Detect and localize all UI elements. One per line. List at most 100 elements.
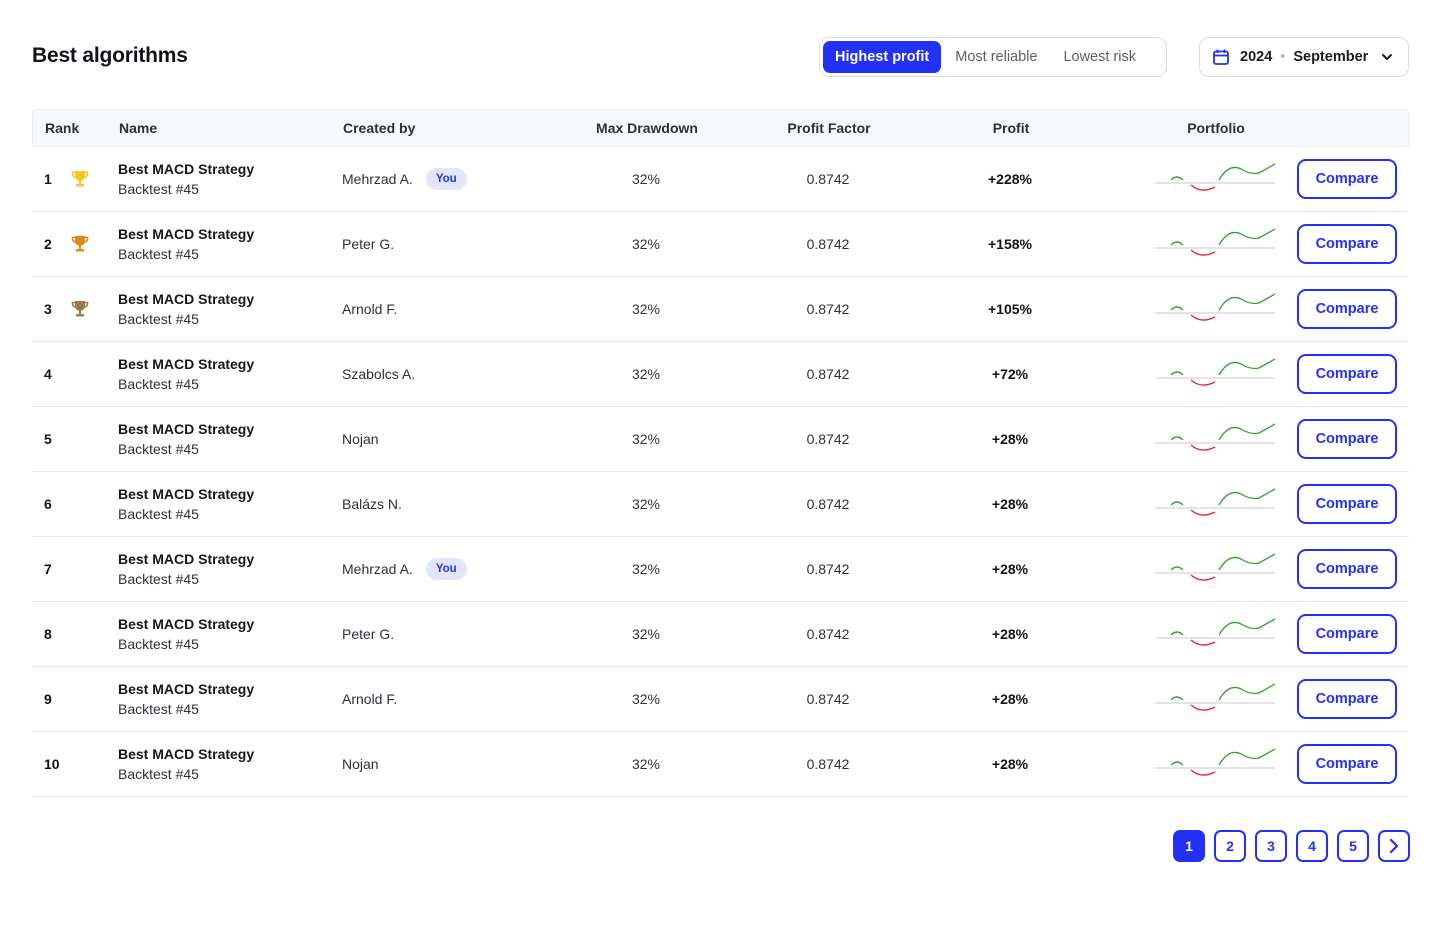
page-button-5[interactable]: 5 [1337, 830, 1369, 862]
portfolio-cell [1155, 537, 1275, 601]
page-button-3[interactable]: 3 [1255, 830, 1287, 862]
page-button-1[interactable]: 1 [1173, 830, 1205, 862]
chevron-right-icon [1387, 838, 1401, 854]
profit-factor-value: 0.8742 [806, 561, 850, 577]
pagination: 1 2 3 4 5 [1173, 830, 1410, 862]
table-header: Rank Name Created by Max Drawdown Profit… [32, 109, 1409, 147]
compare-button[interactable]: Compare [1297, 679, 1397, 719]
portfolio-cell [1155, 277, 1275, 341]
tab-lowest-risk[interactable]: Lowest risk [1051, 41, 1148, 73]
strategy-name: Best MACD Strategy [118, 161, 255, 177]
you-badge: You [425, 558, 467, 580]
creator-name: Arnold F. [342, 691, 398, 707]
date-separator: • [1280, 49, 1286, 65]
profit-value: +28% [991, 756, 1029, 772]
page-button-4[interactable]: 4 [1296, 830, 1328, 862]
action-cell: Compare [1297, 537, 1397, 601]
date-month: September [1293, 49, 1369, 65]
rank-cell: 4 [44, 342, 70, 406]
backtest-label: Backtest #45 [118, 246, 199, 262]
tab-most-reliable[interactable]: Most reliable [943, 41, 1049, 73]
rank-number: 2 [44, 236, 52, 252]
rank-number: 5 [44, 431, 52, 447]
backtest-label: Backtest #45 [118, 181, 199, 197]
trophy-icon [70, 299, 90, 319]
strategy-name: Best MACD Strategy [118, 616, 255, 632]
action-cell: Compare [1297, 277, 1397, 341]
strategy-name: Best MACD Strategy [118, 746, 255, 762]
creator-cell: Mehrzad A. You [342, 147, 467, 211]
compare-button[interactable]: Compare [1297, 159, 1397, 199]
rank-cell: 1 [44, 147, 90, 211]
creator-cell: Arnold F. [342, 277, 397, 341]
action-cell: Compare [1297, 407, 1397, 471]
creator-cell: Arnold F. [342, 667, 397, 731]
action-cell: Compare [1297, 667, 1397, 731]
trophy-icon [70, 169, 90, 189]
compare-button[interactable]: Compare [1297, 614, 1397, 654]
creator-cell: Szabolcs A. [342, 342, 415, 406]
profit-factor-value: 0.8742 [806, 691, 850, 707]
profit-value: +28% [991, 431, 1029, 447]
profit-factor-value: 0.8742 [806, 301, 850, 317]
table-row: 4 Best MACD Strategy Backtest #45 Szabol… [32, 342, 1409, 407]
max-drawdown-value: 32% [631, 626, 661, 642]
tab-highest-profit[interactable]: Highest profit [823, 41, 942, 73]
rank-cell: 10 [44, 732, 70, 796]
compare-button[interactable]: Compare [1297, 549, 1397, 589]
compare-button[interactable]: Compare [1297, 289, 1397, 329]
name-cell: Best MACD Strategy Backtest #45 [118, 732, 254, 796]
creator-cell: Nojan [342, 407, 379, 471]
portfolio-sparkline [1155, 683, 1275, 711]
backtest-label: Backtest #45 [118, 441, 199, 457]
creator-cell: Peter G. [342, 212, 394, 276]
name-cell: Best MACD Strategy Backtest #45 [118, 472, 254, 536]
header-created-by: Created by [343, 120, 416, 136]
sort-segmented-control: Highest profit Most reliable Lowest risk [819, 37, 1167, 77]
rank-number: 10 [44, 756, 60, 772]
portfolio-sparkline [1155, 163, 1275, 191]
strategy-name: Best MACD Strategy [118, 681, 255, 697]
rank-cell: 8 [44, 602, 70, 666]
backtest-label: Backtest #45 [118, 571, 199, 587]
creator-name: Balázs N. [342, 496, 402, 512]
table-row: 5 Best MACD Strategy Backtest #45 Nojan … [32, 407, 1409, 472]
action-cell: Compare [1297, 342, 1397, 406]
name-cell: Best MACD Strategy Backtest #45 [118, 147, 254, 211]
portfolio-sparkline [1155, 748, 1275, 776]
header-profit-factor: Profit Factor [787, 120, 871, 136]
compare-button[interactable]: Compare [1297, 484, 1397, 524]
header-name: Name [119, 120, 158, 136]
profit-value: +28% [991, 691, 1029, 707]
portfolio-sparkline [1155, 423, 1275, 451]
next-page-button[interactable] [1378, 830, 1410, 862]
calendar-icon [1212, 48, 1230, 66]
rank-number: 7 [44, 561, 52, 577]
compare-button[interactable]: Compare [1297, 419, 1397, 459]
portfolio-sparkline [1155, 618, 1275, 646]
date-picker[interactable]: 2024 • September [1199, 37, 1409, 77]
creator-name: Peter G. [342, 626, 395, 642]
compare-button[interactable]: Compare [1297, 224, 1397, 264]
table-row: 7 Best MACD Strategy Backtest #45 Mehrza… [32, 537, 1409, 602]
strategy-name: Best MACD Strategy [118, 291, 255, 307]
max-drawdown-value: 32% [631, 431, 661, 447]
table-row: 9 Best MACD Strategy Backtest #45 Arnold… [32, 667, 1409, 732]
table-row: 10 Best MACD Strategy Backtest #45 Nojan… [32, 732, 1409, 797]
strategy-name: Best MACD Strategy [118, 226, 255, 242]
compare-button[interactable]: Compare [1297, 354, 1397, 394]
rank-number: 6 [44, 496, 52, 512]
action-cell: Compare [1297, 212, 1397, 276]
header-rank: Rank [45, 120, 80, 136]
max-drawdown-value: 32% [631, 691, 661, 707]
max-drawdown-value: 32% [631, 171, 661, 187]
page-button-2[interactable]: 2 [1214, 830, 1246, 862]
profit-value: +72% [991, 366, 1029, 382]
header-profit: Profit [992, 120, 1030, 136]
profit-factor-value: 0.8742 [806, 756, 850, 772]
profit-factor-value: 0.8742 [806, 236, 850, 252]
compare-button[interactable]: Compare [1297, 744, 1397, 784]
chevron-down-icon [1380, 50, 1394, 64]
max-drawdown-value: 32% [631, 236, 661, 252]
table-row: 8 Best MACD Strategy Backtest #45 Peter … [32, 602, 1409, 667]
